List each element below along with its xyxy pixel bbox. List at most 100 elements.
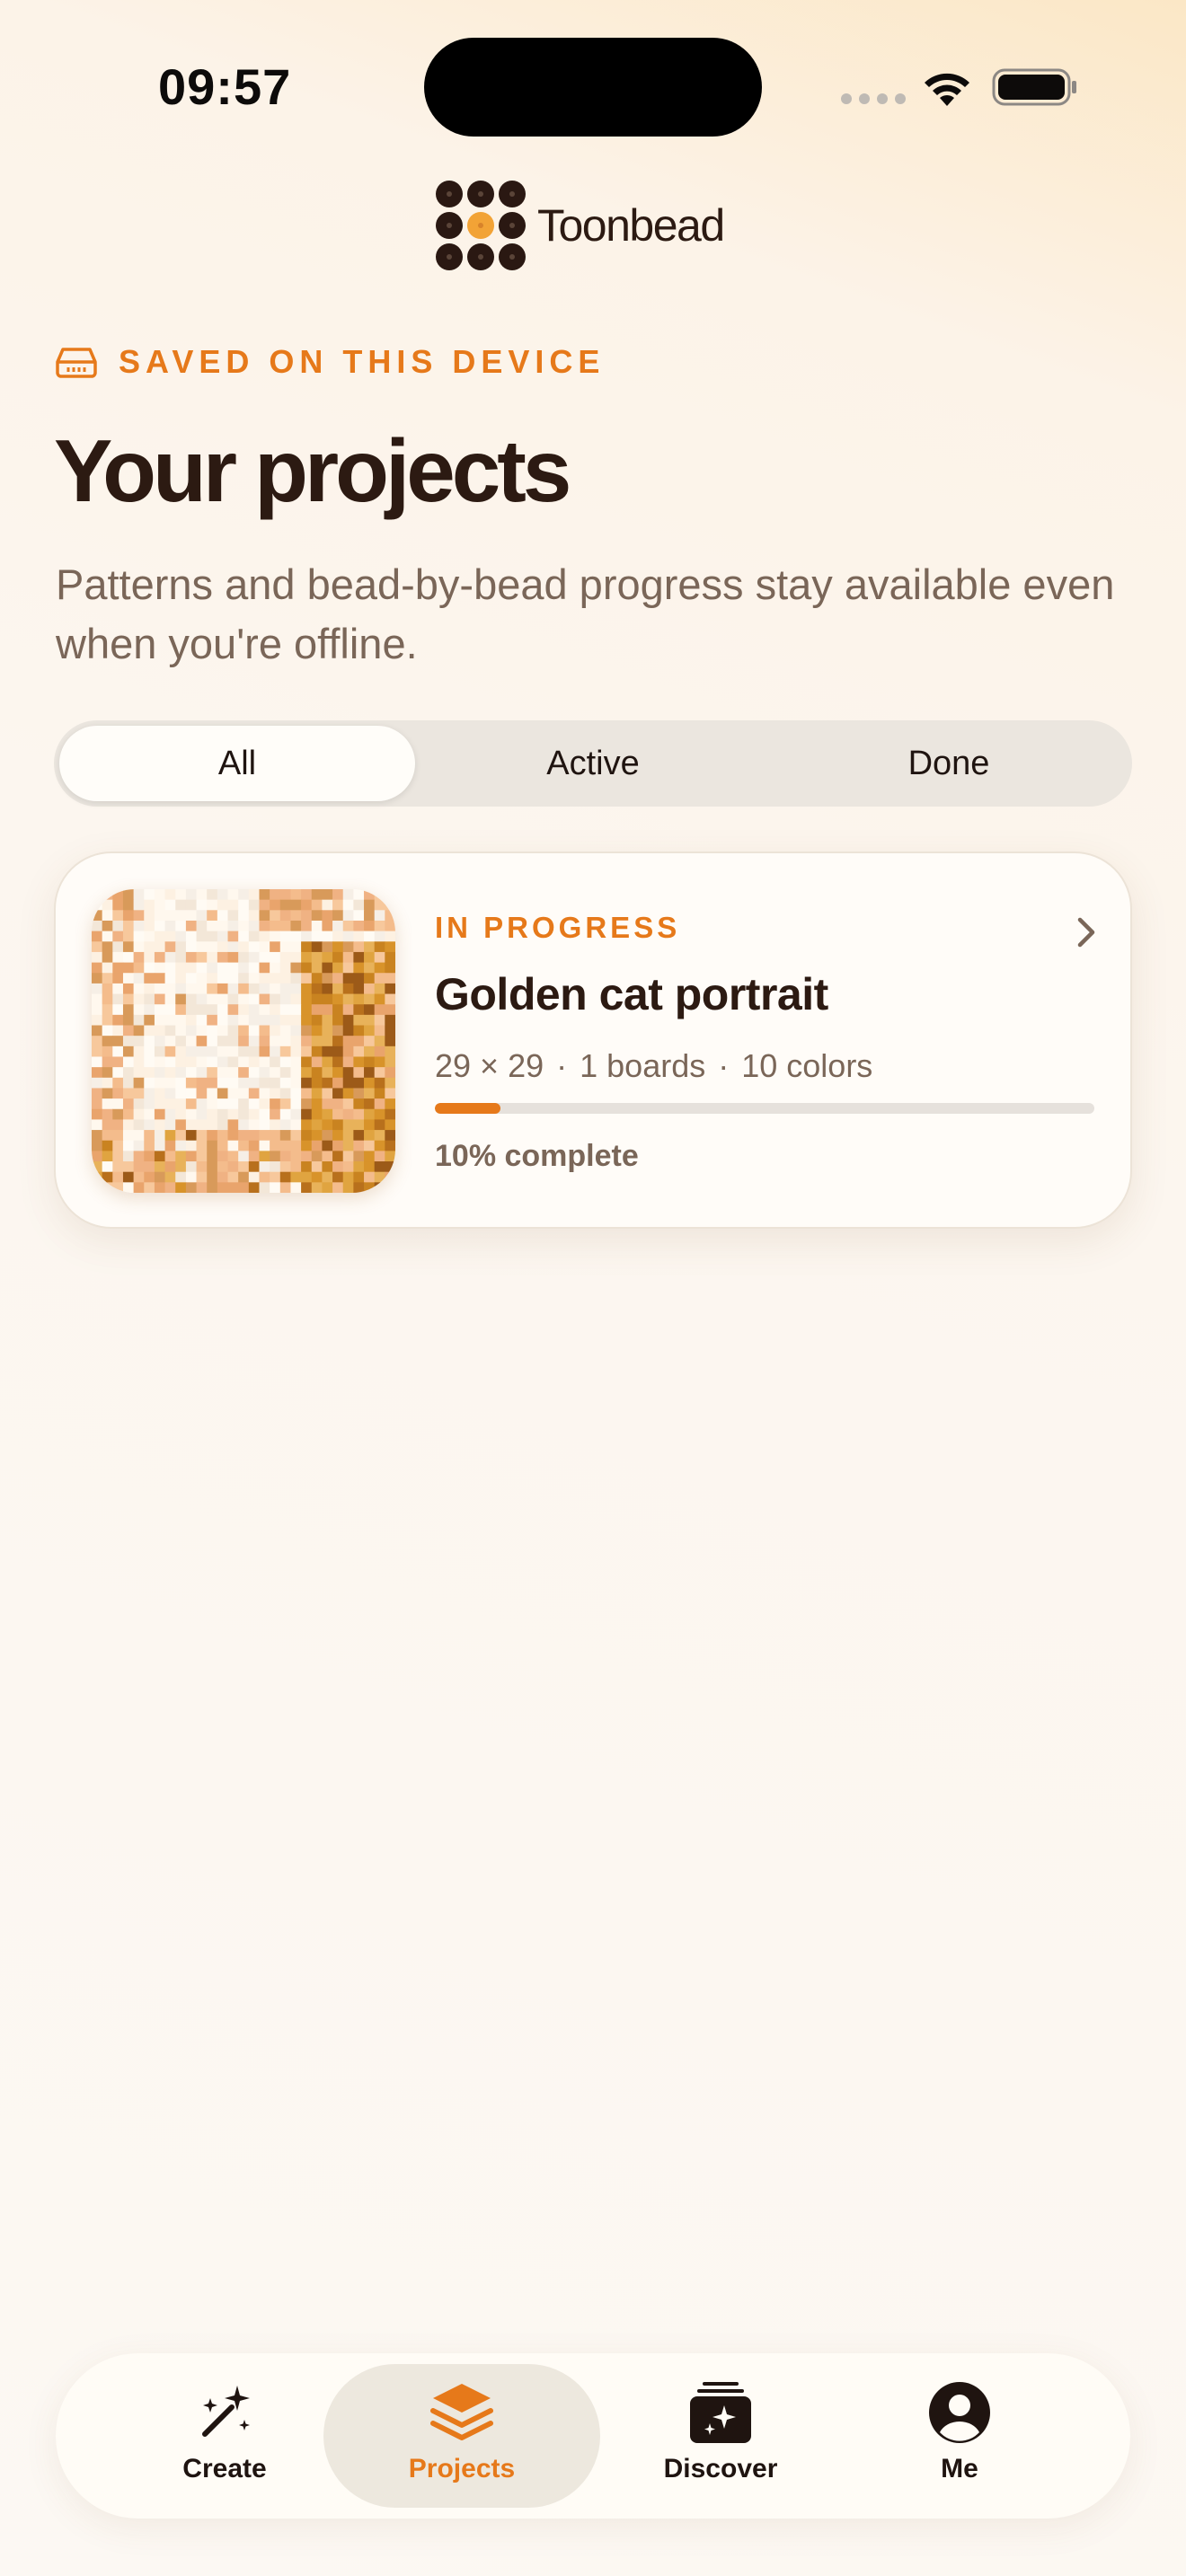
bead-cell [270,1004,281,1016]
bead-cell [92,1036,103,1047]
bead-cell [144,962,155,974]
bead-cell [217,1140,229,1151]
bead-cell [175,910,187,922]
bead-cell [92,951,103,964]
bead-cell [270,1088,281,1099]
filter-done[interactable]: Done [771,726,1127,801]
bead-cell [301,993,313,1005]
tab-label: Discover [663,2454,778,2483]
bead-cell [259,931,270,942]
bead-cell [259,1004,270,1016]
filter-active[interactable]: Active [415,726,771,801]
bead-cell [311,1045,323,1057]
bead-cell [227,1088,239,1099]
bead-cell [122,951,135,964]
bead-cell [301,983,313,995]
bead-cell [301,1014,313,1027]
bead-cell [279,1140,291,1151]
bead-cell [122,1182,135,1193]
bead-cell [364,962,376,974]
bead-cell [248,899,260,911]
bead-cell [185,1036,198,1047]
bead-cell [353,1140,365,1151]
bead-cell [227,910,239,922]
bead-cell [207,1025,218,1037]
bead-cell [259,1140,270,1151]
bead-cell [342,1036,354,1047]
bead-cell [175,1140,187,1151]
bead-cell [311,973,323,984]
bead-cell [364,941,376,953]
tab-me[interactable]: Me [821,2364,1098,2508]
bead-cell [332,1171,344,1183]
project-title: Golden cat portrait [435,969,828,1019]
bead-cell [217,1056,229,1068]
bead-cell [122,973,135,984]
bead-cell [301,1056,313,1068]
bead-cell [154,920,166,932]
storage-drive-icon [56,348,97,378]
bead-cell [322,1151,333,1162]
bead-cell [259,973,270,984]
bead-cell [175,1151,187,1162]
bead-cell [259,1151,270,1162]
tab-discover[interactable]: Discover [582,2364,859,2508]
bead-cell [248,1004,260,1016]
bead-cell [92,1182,103,1193]
meta-separator: · [718,1047,730,1084]
bead-cell [207,1088,218,1099]
bead-cell [196,1108,208,1120]
bead-cell [279,1025,291,1037]
bead-cell [364,1171,376,1183]
tab-bar: Create Projects Discover Me [56,2353,1130,2519]
bead-cell [92,993,103,1005]
bead-cell [364,1036,376,1047]
chevron-right-icon[interactable] [1073,913,1100,952]
bead-cell [353,973,365,984]
bead-cell [102,941,113,953]
bead-cell [301,910,313,922]
tab-create[interactable]: Create [86,2364,363,2508]
bead-cell [227,1004,239,1016]
bead-cell [248,1014,260,1027]
bead-cell [175,1098,187,1110]
bead-cell [133,1182,145,1193]
bead-cell [353,1119,365,1131]
bead-cell [144,973,155,984]
bead-cell [374,1014,385,1027]
bead-cell [112,1108,124,1120]
bead-cell [154,1004,166,1016]
tab-projects[interactable]: Projects [323,2364,600,2508]
bead-cell [270,1045,281,1057]
bead-cell [238,983,250,995]
bead-cell [102,951,113,964]
bead-cell [112,1088,124,1099]
bead-cell [122,1036,135,1047]
bead-cell [353,1056,365,1068]
bead-cell [353,1182,365,1193]
bead-cell [374,899,385,911]
bead-cell [342,1088,354,1099]
bead-cell [227,1014,239,1027]
bead-cell [322,1056,333,1068]
page-subtitle: Patterns and bead-by-bead progress stay … [56,560,1115,667]
bead-cell [175,1108,187,1120]
bead-cell [102,1067,113,1079]
bead-cell [311,1161,323,1173]
bead-cell [112,951,124,964]
bead-cell [92,1088,103,1099]
project-card[interactable]: IN PROGRESS Golden cat portrait 29 × 29 … [54,851,1132,1229]
bead-cell [290,1171,302,1183]
bead-cell [279,1004,291,1016]
bead-cell [259,1108,270,1120]
bead-cell [185,1025,198,1037]
bead-cell [112,1045,124,1057]
bead-cell [259,1056,270,1068]
bead-cell [185,1171,198,1183]
filter-all[interactable]: All [59,726,415,801]
bead-cell [207,1077,218,1089]
bead-cell [364,1088,376,1099]
bead-cell [185,1088,198,1099]
bead-cell [144,1182,155,1193]
bead-cell [207,1045,218,1057]
